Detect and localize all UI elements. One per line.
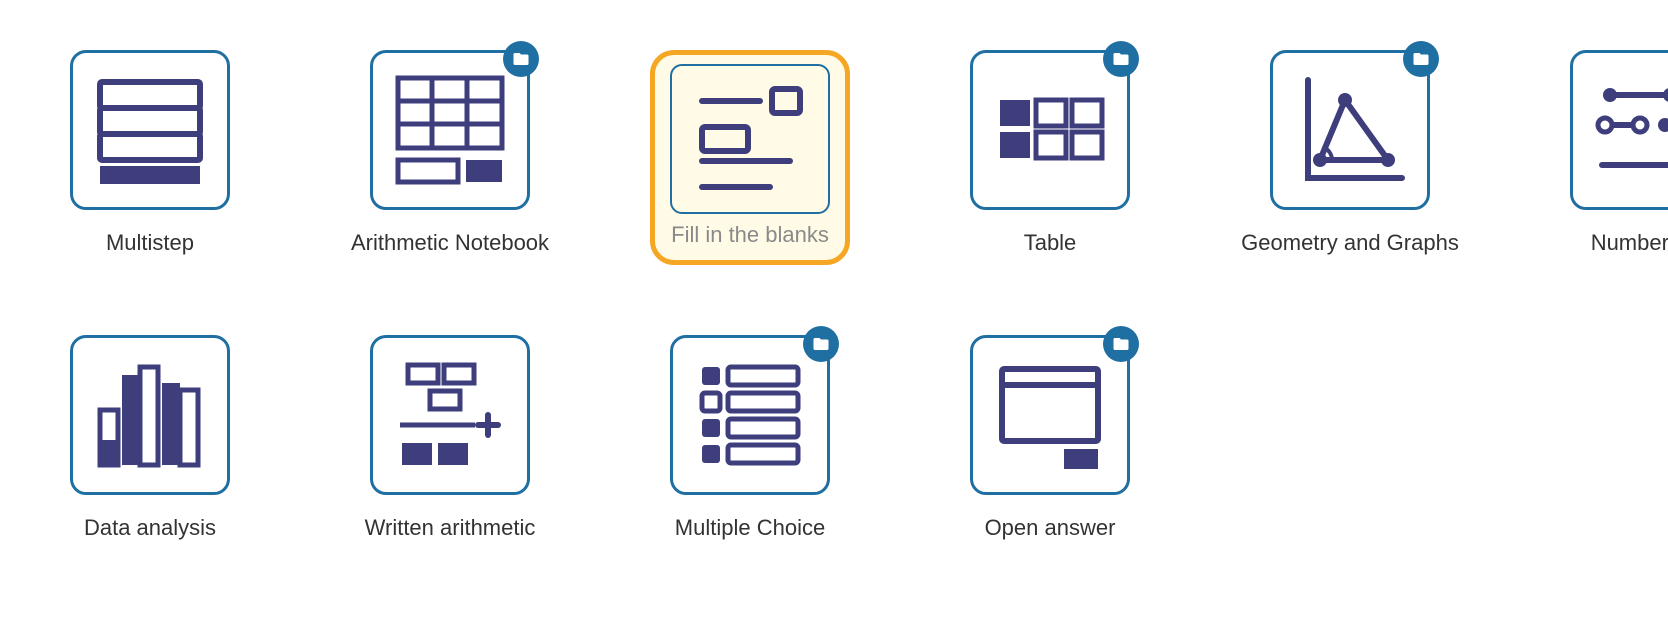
folder-icon [503,41,539,77]
tile-label: Open answer [985,513,1116,543]
tile-inner-frame [670,64,830,214]
tile-card [1270,50,1430,210]
tile-card [670,335,830,495]
tile-label: Written arithmetic [365,513,536,543]
tile-card [970,335,1130,495]
tile-multistep[interactable]: Multistep [30,50,270,295]
tile-card [70,335,230,495]
number-line-icon [1590,70,1668,190]
type-grid: Multistep Arithmetic Notebook [30,50,1638,542]
tile-card [70,50,230,210]
tile-card [970,50,1130,210]
data-analysis-icon [90,355,210,475]
geometry-graphs-icon [1290,70,1410,190]
tile-table[interactable]: Table [930,50,1170,295]
tile-geometry-graphs[interactable]: Geometry and Graphs [1230,50,1470,295]
tile-label: Number line [1591,228,1668,258]
tile-card [1570,50,1668,210]
open-answer-icon [990,355,1110,475]
tile-written-arithmetic[interactable]: Written arithmetic [330,335,570,543]
tile-card [370,335,530,495]
tile-label: Multiple Choice [675,513,825,543]
arithmetic-notebook-icon [390,70,510,190]
table-icon [990,70,1110,190]
folder-icon [803,326,839,362]
tile-multiple-choice[interactable]: Multiple Choice [630,335,870,543]
fill-blanks-icon [690,79,810,199]
written-arithmetic-icon [390,355,510,475]
tile-label: Table [1024,228,1077,258]
tile-card [370,50,530,210]
tile-label: Fill in the blanks [671,220,829,250]
tile-number-line[interactable]: Number line [1530,50,1668,295]
tile-fill-blanks[interactable]: Fill in the blanks [630,50,870,295]
tile-open-answer[interactable]: Open answer [930,335,1170,543]
tile-label: Data analysis [84,513,216,543]
multiple-choice-icon [690,355,810,475]
tile-arithmetic-notebook[interactable]: Arithmetic Notebook [330,50,570,295]
tile-label: Geometry and Graphs [1241,228,1459,258]
folder-icon [1103,326,1139,362]
folder-icon [1403,41,1439,77]
tile-label: Arithmetic Notebook [351,228,549,258]
tile-data-analysis[interactable]: Data analysis [30,335,270,543]
folder-icon [1103,41,1139,77]
tile-label: Multistep [106,228,194,258]
multistep-icon [90,70,210,190]
